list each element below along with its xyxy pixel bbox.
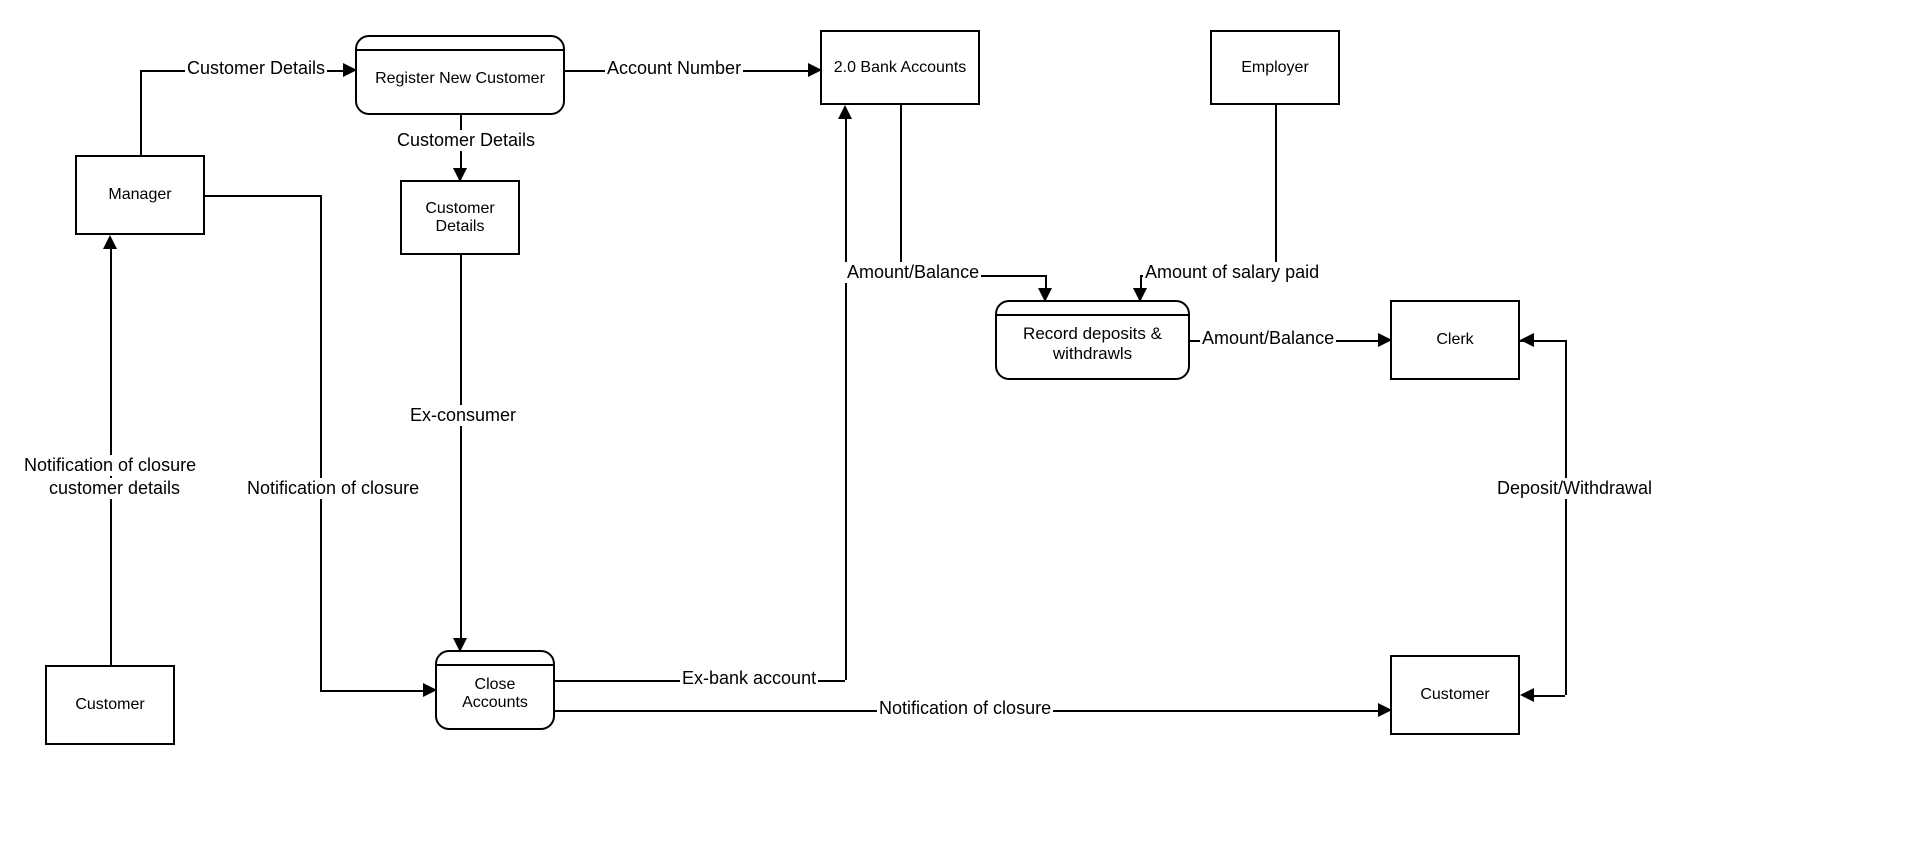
close-accounts-process: Close Accounts [435, 650, 555, 730]
edge-clerk-cust-seg2 [1565, 340, 1567, 695]
clerk-entity: Clerk [1390, 300, 1520, 380]
customer-right-label: Customer [1420, 686, 1489, 704]
edge-reg-store-label: Customer Details [395, 130, 537, 151]
customer-details-entity: Customer Details [400, 180, 520, 255]
edge-emp-record-label: Amount of salary paid [1143, 262, 1321, 283]
edge-bank-record-label: Amount/Balance [845, 262, 981, 283]
edge-bank-record-seg1 [900, 105, 902, 275]
diagram-canvas: Manager Customer Register New Customer C… [0, 0, 1920, 845]
edge-close-bank-arrow [838, 105, 852, 119]
edge-store-close-arrow [453, 638, 467, 652]
edge-close-bank-seg2 [845, 115, 847, 680]
edge-mgr-reg-seg1 [140, 70, 142, 155]
bank-accounts-entity: 2.0 Bank Accounts [820, 30, 980, 105]
edge-record-clerk-arrow [1378, 333, 1392, 347]
edge-close-cust-label: Notification of closure [877, 698, 1053, 719]
edge-reg-bank-arrow [808, 63, 822, 77]
manager-entity: Manager [75, 155, 205, 235]
edge-bank-record-arrow [1038, 288, 1052, 302]
edge-mgr-close-label: Notification of closure [245, 478, 421, 499]
edge-mgr-close-seg3 [320, 690, 425, 692]
edge-mgr-close-seg2 [320, 195, 322, 690]
edge-store-close-seg [460, 255, 462, 640]
edge-cust-mgr-label2: customer details [47, 478, 182, 499]
edge-record-clerk-label: Amount/Balance [1200, 328, 1336, 349]
edge-clerk-cust-seg3 [1530, 695, 1565, 697]
edge-mgr-reg-arrow [343, 63, 357, 77]
edge-emp-record-arrow [1133, 288, 1147, 302]
edge-reg-store-arrow [453, 168, 467, 182]
edge-clerk-cust-label: Deposit/Withdrawal [1495, 478, 1654, 499]
edge-clerk-cust-arrow-bottom [1520, 688, 1534, 702]
edge-reg-bank-label: Account Number [605, 58, 743, 79]
employer-label: Employer [1241, 59, 1309, 77]
close-accounts-label: Close Accounts [445, 676, 545, 712]
customer-left-label: Customer [75, 696, 144, 714]
edge-store-close-label: Ex-consumer [408, 405, 518, 426]
register-process: Register New Customer [355, 35, 565, 115]
customer-details-label: Customer Details [406, 200, 514, 236]
edge-emp-record-seg1 [1275, 105, 1277, 275]
clerk-label: Clerk [1436, 331, 1473, 349]
record-process: Record deposits & withdrawls [995, 300, 1190, 380]
edge-mgr-reg-label: Customer Details [185, 58, 327, 79]
edge-mgr-close-seg1 [205, 195, 320, 197]
edge-mgr-close-arrow [423, 683, 437, 697]
employer-entity: Employer [1210, 30, 1340, 105]
bank-accounts-label: 2.0 Bank Accounts [834, 59, 967, 77]
edge-clerk-cust-arrow-top [1520, 333, 1534, 347]
record-label: Record deposits & withdrawls [1005, 324, 1180, 364]
register-label: Register New Customer [375, 70, 545, 88]
customer-left-entity: Customer [45, 665, 175, 745]
edge-cust-mgr-arrow [103, 235, 117, 249]
edge-cust-mgr-label1: Notification of closure [22, 455, 198, 476]
manager-label: Manager [108, 186, 171, 204]
edge-close-bank-label: Ex-bank account [680, 668, 818, 689]
customer-right-entity: Customer [1390, 655, 1520, 735]
edge-close-cust-arrow [1378, 703, 1392, 717]
